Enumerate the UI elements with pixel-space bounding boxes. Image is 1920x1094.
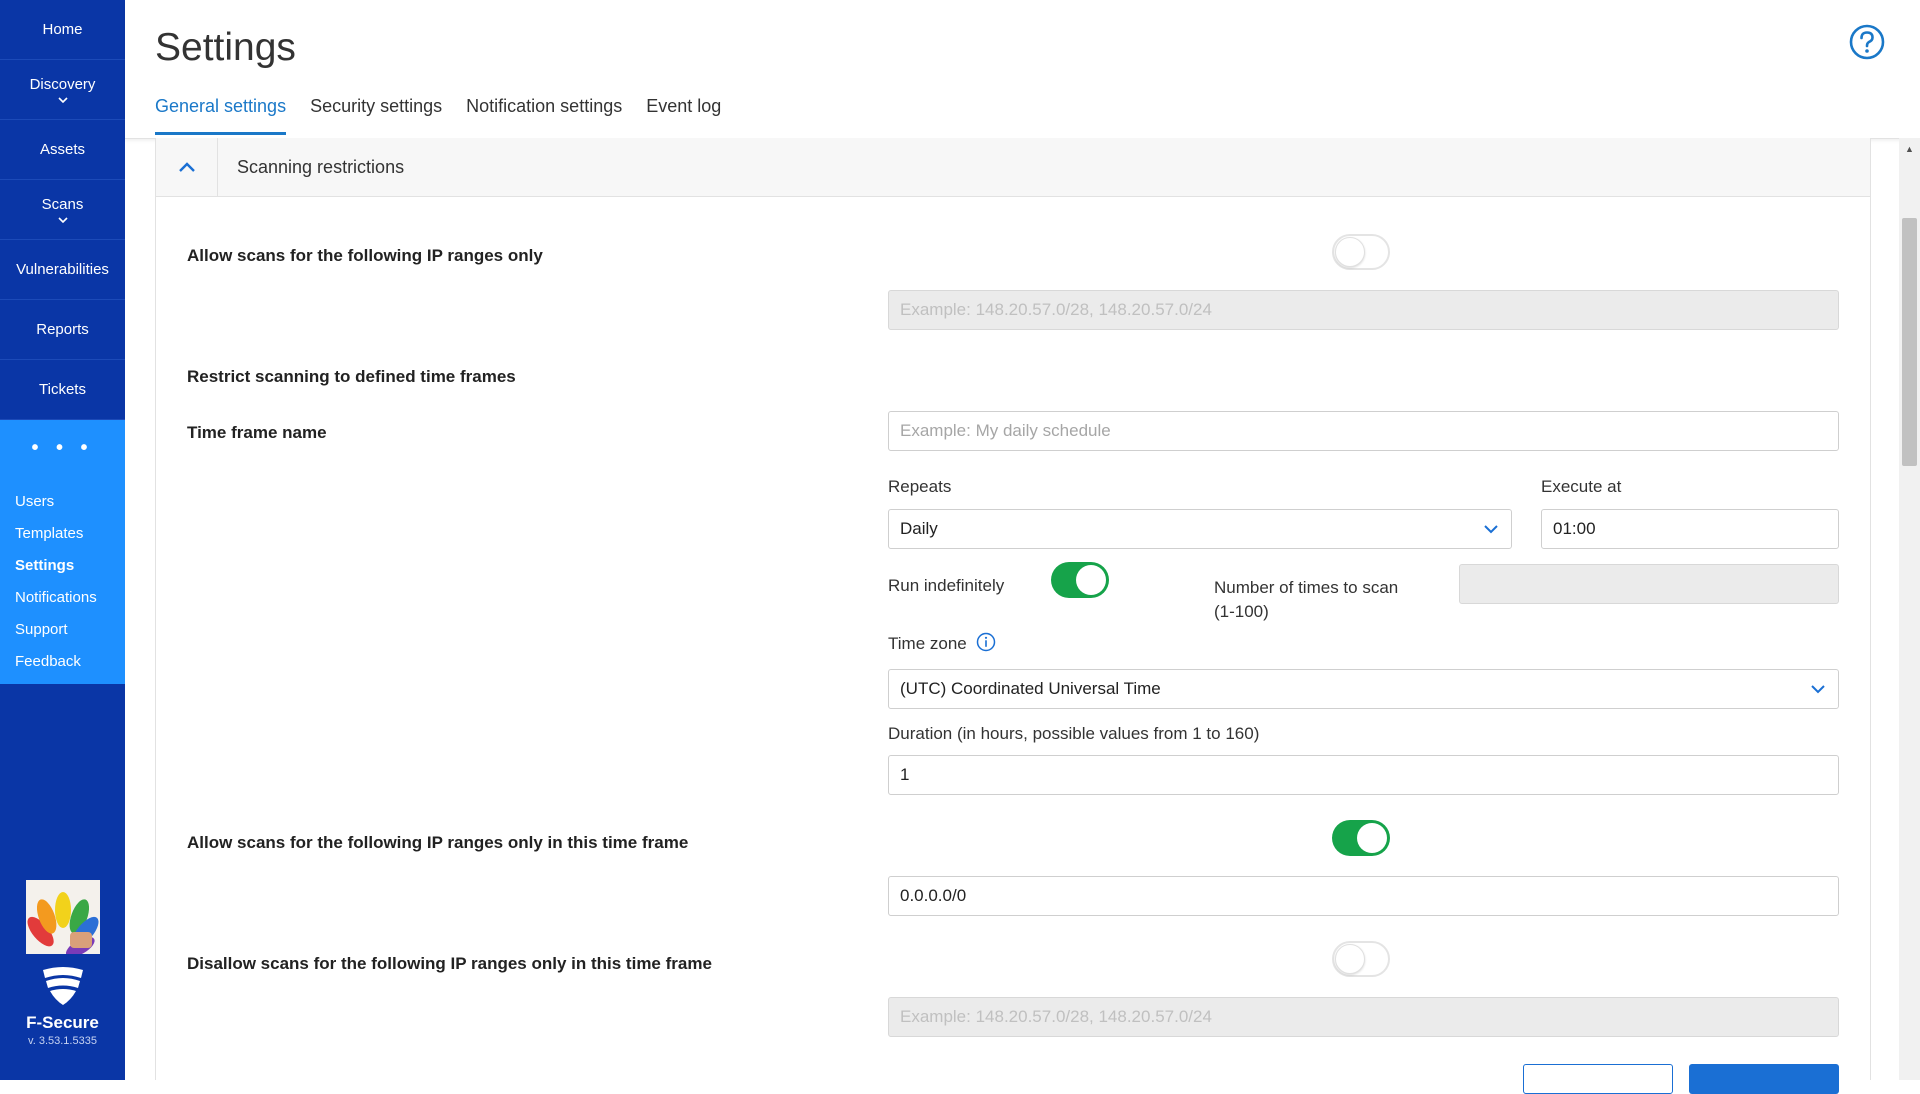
cancel-button[interactable] — [1523, 1064, 1673, 1094]
nav-scans-label: Scans — [41, 196, 84, 213]
disallow-ip-timeframe-placeholder: Example: 148.20.57.0/28, 148.20.57.0/24 — [900, 1007, 1212, 1026]
repeats-select[interactable]: Daily — [888, 509, 1512, 549]
duration-value: 1 — [900, 765, 910, 784]
nav-vulnerabilities-label: Vulnerabilities — [16, 261, 109, 278]
avatar-image-icon — [25, 880, 100, 954]
allow-ip-label: Allow scans for the following IP ranges … — [187, 246, 543, 265]
repeats-value: Daily — [900, 519, 938, 538]
submenu-users[interactable]: Users — [0, 486, 125, 518]
nav-scans[interactable]: Scans — [0, 180, 125, 240]
time-frame-name-input[interactable]: Example: My daily schedule — [888, 411, 1839, 451]
nav-reports[interactable]: Reports — [0, 300, 125, 360]
execute-at-value: 01:00 — [1553, 519, 1596, 538]
toggle-knob — [1357, 823, 1387, 853]
execute-at-label: Execute at — [1541, 477, 1622, 496]
allow-ip-timeframe-value: 0.0.0.0/0 — [900, 886, 967, 905]
scrollbar[interactable]: ▲ — [1899, 138, 1920, 1080]
more-dots-icon: • • • — [31, 436, 94, 459]
allow-ip-toggle[interactable] — [1332, 234, 1390, 270]
submenu-settings[interactable]: Settings — [0, 550, 125, 582]
nav-discovery[interactable]: Discovery — [0, 60, 125, 120]
chevron-down-icon — [1811, 685, 1825, 694]
time-zone-label-row: Time zone — [888, 632, 996, 654]
allow-ip-input[interactable]: Example: 148.20.57.0/28, 148.20.57.0/24 — [888, 290, 1839, 330]
chevron-down-icon — [1484, 525, 1498, 534]
more-menu-button[interactable]: • • • — [0, 420, 125, 476]
run-indefinitely-toggle[interactable] — [1051, 562, 1109, 598]
disallow-ip-timeframe-toggle[interactable] — [1332, 941, 1390, 977]
toggle-knob — [1335, 944, 1365, 974]
submenu-feedback[interactable]: Feedback — [0, 646, 125, 678]
times-to-scan-label-line1: Number of times to scan — [1214, 578, 1399, 597]
tab-security-settings[interactable]: Security settings — [310, 96, 442, 132]
info-icon[interactable] — [976, 632, 996, 652]
submenu: Users Templates Settings Notifications S… — [0, 476, 125, 684]
chevron-down-icon — [57, 97, 68, 103]
scroll-up-arrow-icon[interactable]: ▲ — [1899, 138, 1920, 160]
app-version: v. 3.53.1.5335 — [28, 1035, 97, 1047]
page-title: Settings — [155, 26, 296, 69]
settings-content: Scanning restrictions Allow scans for th… — [155, 138, 1871, 1094]
nav-home-label: Home — [42, 21, 83, 38]
duration-label: Duration (in hours, possible values from… — [888, 724, 1260, 743]
times-to-scan-label-line2: (1-100) — [1214, 602, 1269, 621]
repeats-label: Repeats — [888, 477, 952, 496]
tab-general-settings[interactable]: General settings — [155, 96, 287, 135]
allow-ip-timeframe-label: Allow scans for the following IP ranges … — [187, 833, 689, 852]
nav-assets[interactable]: Assets — [0, 120, 125, 180]
nav-assets-label: Assets — [39, 141, 85, 158]
f-secure-logo-icon — [37, 966, 89, 1011]
page-header: Settings General settings Security setti… — [125, 0, 1920, 139]
time-frame-name-label: Time frame name — [187, 423, 327, 442]
tab-event-log[interactable]: Event log — [646, 96, 721, 132]
times-to-scan-input[interactable] — [1459, 564, 1839, 604]
disallow-ip-timeframe-label: Disallow scans for the following IP rang… — [187, 954, 712, 973]
toggle-knob — [1335, 237, 1365, 267]
section-title: Scanning restrictions — [237, 156, 405, 177]
submenu-notifications[interactable]: Notifications — [0, 582, 125, 614]
sidebar: Home Discovery Assets Scans Vulnerabilit… — [0, 0, 125, 1080]
section-header: Scanning restrictions — [156, 138, 1870, 197]
submenu-support[interactable]: Support — [0, 614, 125, 646]
toggle-knob — [1076, 565, 1106, 595]
disallow-ip-timeframe-input[interactable]: Example: 148.20.57.0/28, 148.20.57.0/24 — [888, 997, 1839, 1037]
run-indefinitely-label: Run indefinitely — [888, 576, 1005, 595]
add-button[interactable] — [1689, 1064, 1839, 1094]
sidebar-footer: F-Secure v. 3.53.1.5335 — [0, 880, 125, 1080]
chevron-up-icon — [178, 161, 195, 172]
collapse-section-button[interactable] — [156, 138, 218, 196]
allow-ip-timeframe-toggle[interactable] — [1332, 820, 1390, 856]
settings-tabs: General settings Security settings Notif… — [155, 96, 745, 135]
time-zone-value: (UTC) Coordinated Universal Time — [900, 679, 1161, 698]
nav-discovery-label: Discovery — [29, 76, 96, 93]
nav-tickets-label: Tickets — [39, 381, 86, 398]
avatar[interactable] — [25, 880, 100, 954]
time-zone-select[interactable]: (UTC) Coordinated Universal Time — [888, 669, 1839, 709]
execute-at-input[interactable]: 01:00 — [1541, 509, 1839, 549]
nav-home[interactable]: Home — [0, 0, 125, 60]
help-icon[interactable] — [1848, 23, 1886, 66]
nav-reports-label: Reports — [36, 321, 89, 338]
scroll-thumb[interactable] — [1902, 218, 1917, 466]
allow-ip-placeholder: Example: 148.20.57.0/28, 148.20.57.0/24 — [900, 300, 1212, 319]
brand-name: F-Secure — [26, 1013, 99, 1032]
submenu-templates[interactable]: Templates — [0, 518, 125, 550]
time-frame-name-placeholder: Example: My daily schedule — [900, 421, 1111, 440]
allow-ip-timeframe-input[interactable]: 0.0.0.0/0 — [888, 876, 1839, 916]
time-zone-label: Time zone — [888, 634, 967, 653]
chevron-down-icon — [57, 217, 68, 223]
restrict-time-label: Restrict scanning to defined time frames — [187, 367, 516, 386]
tab-notification-settings[interactable]: Notification settings — [466, 96, 622, 132]
nav-tickets[interactable]: Tickets — [0, 360, 125, 420]
duration-input[interactable]: 1 — [888, 755, 1839, 795]
times-to-scan-label: Number of times to scan (1-100) — [1214, 576, 1398, 624]
nav-vulnerabilities[interactable]: Vulnerabilities — [0, 240, 125, 300]
